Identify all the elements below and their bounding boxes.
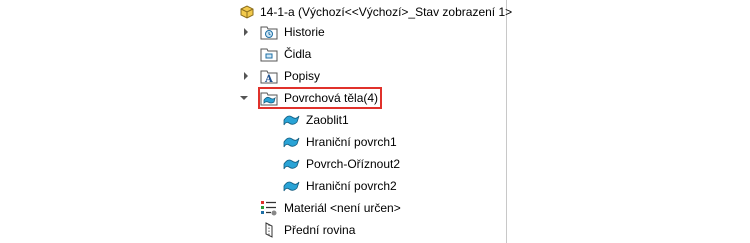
surface-body-item[interactable]: Hraniční povrch2	[238, 176, 510, 196]
tree-item-label: Hraniční povrch1	[306, 135, 397, 149]
tree-item-label: Povrch-Oříznout2	[306, 157, 401, 171]
surface-body-item[interactable]: Zaoblit1	[238, 110, 510, 130]
annotations-folder-icon: A	[260, 70, 278, 85]
surface-body-icon	[283, 115, 300, 126]
tree-item-annotations[interactable]: A Popisy	[238, 66, 510, 86]
surface-body-icon	[283, 137, 300, 148]
part-icon	[240, 5, 254, 19]
surface-body-icon	[283, 159, 300, 170]
tree-item-label: Přední rovina	[284, 223, 356, 237]
collapse-arrow-icon[interactable]	[240, 94, 248, 102]
tree-item-label: Materiál <není určen>	[284, 201, 401, 215]
tree-item-label: Popisy	[284, 69, 321, 83]
tree-item-material[interactable]: Materiál <není určen>	[238, 198, 510, 218]
tree-root-label: 14-1-a (Výchozí<<Výchozí>_Stav zobrazení…	[260, 5, 513, 19]
material-icon	[261, 201, 277, 216]
tree-item-label: Čidla	[284, 47, 312, 61]
tree-item-history[interactable]: Historie	[238, 22, 510, 42]
sensors-folder-icon	[260, 48, 278, 62]
tree-item-sensors[interactable]: Čidla	[238, 44, 510, 64]
highlight-frame	[258, 87, 382, 109]
surface-body-item[interactable]: Hraniční povrch1	[238, 132, 510, 152]
history-folder-icon	[260, 26, 278, 40]
tree-item-label: Zaoblit1	[306, 113, 349, 127]
expand-arrow-icon[interactable]	[242, 28, 250, 36]
svg-text:A: A	[264, 74, 273, 85]
tree-item-label: Hraniční povrch2	[306, 179, 397, 193]
surface-body-icon	[283, 181, 300, 192]
tree-root[interactable]: 14-1-a (Výchozí<<Výchozí>_Stav zobrazení…	[238, 2, 513, 22]
expand-arrow-icon[interactable]	[242, 72, 250, 80]
plane-icon	[265, 222, 273, 238]
tree-item-front-plane[interactable]: Přední rovina	[238, 220, 510, 240]
surface-body-item[interactable]: Povrch-Oříznout2	[238, 154, 510, 174]
tree-item-label: Historie	[284, 25, 325, 39]
